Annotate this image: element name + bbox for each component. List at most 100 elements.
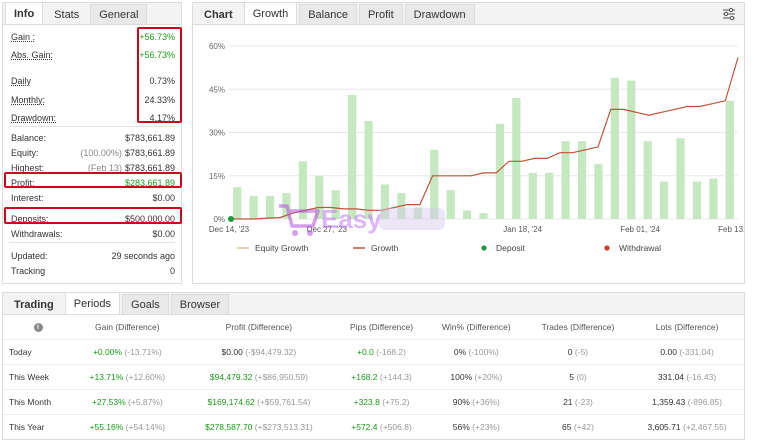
- cell-difference: (+2,467.55): [682, 421, 727, 432]
- column-header: Profit (Difference): [225, 321, 293, 332]
- stat-value: 0.73%: [149, 76, 175, 86]
- stat-value-text: +56.73%: [139, 32, 175, 42]
- stat-value: $0.00: [152, 193, 175, 203]
- column-header: Win% (Difference): [441, 321, 511, 332]
- stats-divider: [9, 242, 175, 243]
- tab-general[interactable]: General: [90, 4, 148, 24]
- equity-growth-bar: [233, 187, 242, 219]
- cell-value: +55.16%: [89, 421, 124, 432]
- equity-growth-bar: [725, 100, 734, 219]
- stat-value: 29 seconds ago: [111, 251, 175, 261]
- period-label: This Week: [3, 363, 73, 389]
- periods-tabbar: Trading Periods Goals Browser: [3, 292, 744, 315]
- stat-value: (100.00%) $783,661.89: [80, 148, 175, 158]
- info-tabbar: Info Stats General: [3, 2, 181, 25]
- stats-divider: [9, 126, 175, 127]
- stat-value: $283,661.89: [125, 178, 175, 188]
- cell-difference: (+144.3): [379, 371, 412, 382]
- stat-diff: (Feb 13): [87, 163, 122, 173]
- tab-goals[interactable]: Goals: [122, 294, 169, 314]
- tab-info[interactable]: Info: [5, 2, 44, 24]
- legend-label: Withdrawal: [619, 243, 661, 253]
- cell-value: 5: [569, 371, 574, 382]
- table-cell: +13.71% (+12.60%): [73, 363, 182, 389]
- cell-value: 100%: [450, 371, 473, 382]
- stat-label: Deposits:: [11, 214, 49, 224]
- cell-value: +27.53%: [91, 396, 126, 407]
- stat-row: Balance: $783,661.89: [11, 131, 175, 145]
- stat-value: $783,661.89: [125, 133, 175, 143]
- stat-value-text: $783,661.89: [124, 163, 175, 173]
- table-body: Today +0.00% (-13.71%) $0.00 (-$94,479.32)…: [3, 338, 744, 439]
- y-tick-label: 60%: [209, 42, 225, 51]
- equity-growth-bar: [692, 181, 702, 219]
- cell-difference: (+54.14%): [125, 421, 166, 432]
- table-cell: $169,174.62 (+$59,761.54): [181, 388, 337, 414]
- stat-value-text: 24.33%: [144, 95, 175, 105]
- cell-difference: (+75.2): [382, 396, 410, 407]
- tab-chart[interactable]: Chart: [195, 4, 242, 24]
- stat-row: Interest: $0.00: [11, 191, 175, 205]
- stat-row: Highest: (Feb 13) $783,661.89: [11, 161, 175, 175]
- stat-label[interactable]: Daily: [11, 76, 31, 86]
- tab-stats[interactable]: Stats: [45, 4, 89, 24]
- chart-tabbar: Chart Growth Balance Profit Drawdown: [193, 2, 744, 25]
- stat-row: Profit: $283,661.89: [11, 176, 175, 190]
- equity-growth-bar: [577, 141, 587, 219]
- x-tick-label: Feb 01, '24: [620, 225, 660, 234]
- stat-label[interactable]: Drawdown:: [11, 113, 56, 123]
- cell-difference: (+12.60%): [125, 371, 166, 382]
- growth-chart: 0% 15% 30% 45% 60% Dec 14, '23 Dec 27, '23 Jan …: [209, 42, 744, 253]
- cell-difference: (+20%): [474, 371, 503, 382]
- stat-label[interactable]: Gain :: [11, 32, 35, 42]
- equity-growth-bar: [479, 213, 488, 219]
- cell-value: $278,587.70: [205, 421, 253, 432]
- x-tick-label: Jan 18, '24: [503, 225, 542, 234]
- tab-balance[interactable]: Balance: [299, 4, 357, 24]
- cell-difference: (+23%): [472, 421, 500, 432]
- y-tick-label: 30%: [209, 129, 225, 138]
- stat-label: Equity:: [11, 148, 39, 158]
- cell-value: 3,605.71: [647, 421, 681, 432]
- tab-profit[interactable]: Profit: [358, 4, 403, 24]
- tab-trading[interactable]: Trading: [5, 294, 63, 314]
- cell-value: $169,174.62: [207, 396, 255, 407]
- equity-growth-bar: [594, 164, 603, 219]
- cell-value: +0.0: [357, 346, 374, 357]
- tab-drawdown[interactable]: Drawdown: [404, 4, 475, 24]
- stat-row: Abs. Gain: +56.73%: [11, 48, 175, 62]
- stat-row: Drawdown: 4.17%: [11, 111, 175, 125]
- equity-growth-bar: [380, 184, 390, 219]
- stat-label: Balance:: [11, 133, 47, 143]
- cell-difference: (-100%): [468, 346, 499, 357]
- info-icon[interactable]: i: [33, 323, 43, 333]
- stat-value: (Feb 13) $783,661.89: [88, 163, 175, 173]
- cell-value: +13.71%: [89, 371, 124, 382]
- stat-row: Gain : +56.73%: [11, 30, 175, 44]
- stat-value: +56.73%: [139, 50, 175, 60]
- settings-sliders-icon[interactable]: [722, 7, 736, 21]
- column-header: Pips (Difference): [349, 321, 414, 332]
- equity-growth-bar: [709, 178, 718, 219]
- table-cell: 3,605.71 (+2,467.55): [630, 413, 744, 439]
- tab-growth[interactable]: Growth: [243, 2, 298, 24]
- table-cell: 100% (+20%): [426, 363, 526, 389]
- stat-label[interactable]: Monthly:: [11, 95, 45, 105]
- stat-label[interactable]: Abs. Gain:: [11, 50, 53, 60]
- cell-value: 0: [567, 346, 573, 357]
- stat-label: Withdrawals:: [11, 229, 63, 239]
- cell-value: +168.2: [351, 371, 378, 382]
- table-cell: 65 (+42): [525, 413, 631, 439]
- equity-growth-bar: [265, 195, 275, 219]
- table-cell: 0% (-100%): [426, 338, 526, 364]
- tab-browser[interactable]: Browser: [170, 294, 230, 314]
- cell-difference: (+$59,761.54): [257, 396, 311, 407]
- legend-label: Growth: [371, 243, 399, 253]
- cell-difference: (-5): [574, 346, 589, 357]
- tab-periods[interactable]: Periods: [64, 292, 121, 314]
- stat-value: $500,000.00: [125, 214, 175, 224]
- stat-value: 4.17%: [149, 113, 175, 123]
- table-cell: +55.16% (+54.14%): [73, 413, 182, 439]
- stat-value-text: $500,000.00: [124, 214, 175, 224]
- stat-value-text: $283,661.89: [124, 178, 175, 188]
